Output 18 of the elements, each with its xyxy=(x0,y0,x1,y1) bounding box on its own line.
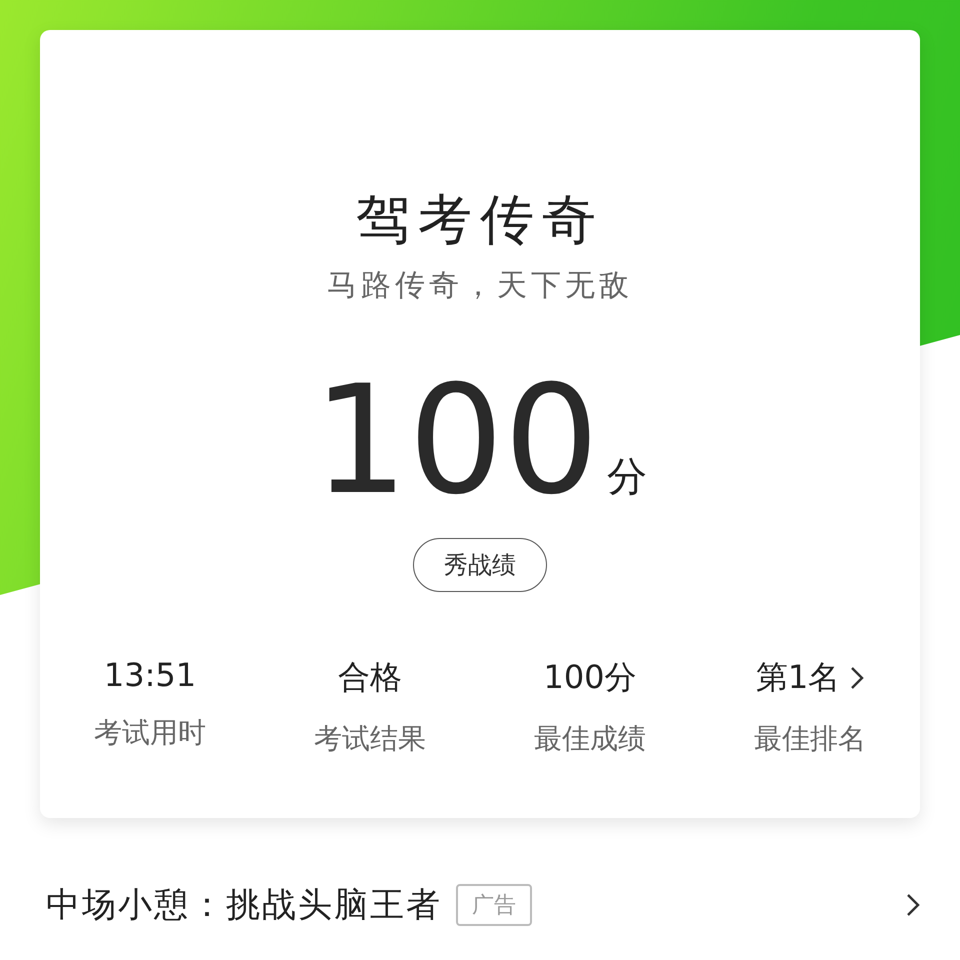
banner-text: 中场小憩：挑战头脑王者 xyxy=(46,884,442,927)
share-button[interactable]: 秀战绩 xyxy=(413,538,547,592)
stat-value: 合格 xyxy=(338,656,402,698)
stat-label: 最佳成绩 xyxy=(534,720,646,757)
ad-banner[interactable]: 中场小憩：挑战头脑王者 广告 xyxy=(0,870,960,940)
score: 100 xyxy=(312,366,600,516)
stat-value: 100分 xyxy=(543,656,637,698)
stat-value: 13:51 xyxy=(104,656,196,694)
app-title: 驾考传奇 xyxy=(356,188,604,253)
chevron-icon xyxy=(850,666,864,690)
ranking-link[interactable]: 第1名 xyxy=(756,656,864,700)
score-unit: 分 xyxy=(607,452,648,502)
ad-tag: 广告 xyxy=(456,884,532,926)
stat-label: 考试用时 xyxy=(94,714,206,751)
slogan: 马路传奇，天下无敌 xyxy=(327,266,633,305)
chevron-icon xyxy=(906,893,920,917)
stat-label: 考试结果 xyxy=(314,720,426,757)
stat-label: 最佳排名 xyxy=(754,720,866,757)
